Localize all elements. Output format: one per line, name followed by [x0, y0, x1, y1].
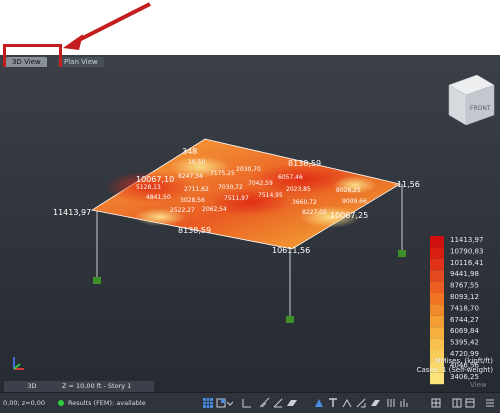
- legend-swatch: [430, 281, 444, 293]
- slab-contour[interactable]: [90, 138, 402, 250]
- contour-label: 4841,50: [146, 194, 171, 201]
- legend-value: 8767,55: [450, 282, 479, 290]
- svg-text:FRONT: FRONT: [470, 105, 491, 112]
- angle-icon[interactable]: [273, 398, 283, 408]
- legend-swatch: [430, 327, 444, 339]
- results-status: Results (FEM): available: [68, 399, 146, 407]
- legend-value: 3406,25: [450, 373, 479, 381]
- contour-label: 9009,66: [342, 198, 367, 205]
- edge-label: -11,56: [394, 180, 420, 189]
- contour-label: 7511,97: [224, 195, 249, 202]
- status-bar: 0,00; z=0,00 Results (FEM): available: [0, 392, 500, 413]
- contour-label: 3028,56: [180, 197, 205, 204]
- model-canvas[interactable]: 10,50 8247,34 7175,25 2030,70 6057,46 51…: [0, 67, 500, 392]
- axis-icon[interactable]: [242, 398, 252, 408]
- edge-label: 11413,97: [53, 208, 91, 217]
- contour-label: 2522,27: [170, 207, 195, 214]
- tab-plan-view[interactable]: Plan View: [58, 57, 104, 67]
- edge-label: 8138,59: [178, 226, 211, 235]
- legend-value: 6069,84: [450, 327, 479, 335]
- contour-label: 2711,62: [184, 186, 209, 193]
- legend-swatch: [430, 247, 444, 259]
- table-icon[interactable]: [431, 398, 441, 408]
- legend-title: MMises, (kipft/ft): [434, 357, 493, 365]
- contour-label: 7175,25: [210, 170, 235, 177]
- edge-label: 10067,25: [330, 211, 368, 220]
- 3d-viewport[interactable]: 10,50 8247,34 7175,25 2030,70 6057,46 51…: [0, 67, 500, 392]
- legend-swatch: [430, 270, 444, 282]
- contour-label: 3660,72: [292, 199, 317, 206]
- annotation-arrow: [63, 2, 151, 50]
- grid-icon[interactable]: [203, 398, 213, 408]
- menu-icon[interactable]: [485, 398, 495, 408]
- dimension-icon[interactable]: [260, 398, 270, 408]
- legend-swatch: [430, 338, 444, 350]
- plane-icon[interactable]: [287, 398, 297, 408]
- legend-value: 5395,42: [450, 339, 479, 347]
- eraser-icon[interactable]: [370, 398, 380, 408]
- legend-swatch: [430, 293, 444, 305]
- view-cube[interactable]: FRONT: [448, 74, 495, 126]
- results-status-dot: [58, 400, 64, 406]
- legend-value: 8093,12: [450, 293, 479, 301]
- contour-label: 7042,59: [248, 180, 273, 187]
- coordinates-readout: 0,00; z=0,00: [3, 399, 46, 407]
- contour-label: 8247,34: [178, 173, 203, 180]
- edge-label: 348: [182, 147, 197, 156]
- contour-label: 2030,70: [236, 166, 261, 173]
- legend-value: 10790,83: [450, 247, 483, 255]
- align-icon[interactable]: [399, 398, 409, 408]
- contour-label: 8227,02: [302, 209, 327, 216]
- axis-triad: [13, 357, 24, 370]
- legend-swatch: [430, 258, 444, 271]
- legend-swatch: [430, 304, 444, 316]
- contour-label: 7514,95: [258, 192, 283, 199]
- legend-swatch: [430, 372, 444, 385]
- edge-label: 8138,59: [288, 159, 321, 168]
- contour-label: 10,50: [188, 159, 205, 166]
- pointer-icon[interactable]: [314, 398, 324, 408]
- measure-icon[interactable]: [342, 398, 352, 408]
- view-tab-3d[interactable]: 3D: [4, 381, 60, 392]
- contour-label: 6057,46: [278, 174, 303, 181]
- contour-label: 8026,25: [336, 187, 361, 194]
- split-view-icon[interactable]: [452, 398, 462, 408]
- contour-label: 7030,72: [218, 184, 243, 191]
- columns-icon[interactable]: [386, 398, 396, 408]
- contour-label: 5128,13: [136, 184, 161, 191]
- legend-value: 11413,97: [450, 236, 483, 244]
- view-context-tabs: 3D Z = 10,00 ft - Story 1: [0, 381, 154, 392]
- display-mode-icon[interactable]: [216, 398, 226, 408]
- legend-value: 7418,70: [450, 304, 479, 312]
- contour-label: 2023,85: [286, 186, 311, 193]
- legend-value: 6744,27: [450, 316, 479, 324]
- edge-label: 10611,56: [272, 246, 310, 255]
- legend-value: 10116,41: [450, 259, 483, 267]
- text-tool-icon[interactable]: [328, 398, 338, 408]
- view-label: View: [470, 381, 487, 389]
- legend-swatch: [430, 236, 444, 248]
- chevron-down-icon[interactable]: [227, 398, 233, 408]
- layout-icon[interactable]: [465, 398, 475, 408]
- zoom-region-icon[interactable]: [356, 398, 366, 408]
- contour-label: 2062,54: [202, 206, 227, 213]
- view-tab-story[interactable]: Z = 10,00 ft - Story 1: [56, 381, 154, 392]
- legend-swatch: [430, 315, 444, 328]
- supports: [93, 250, 406, 323]
- legend-cases: Cases: 1 (Self-weight): [417, 366, 494, 374]
- legend-value: 9441,98: [450, 270, 479, 278]
- edge-label: 10067,10: [136, 175, 174, 184]
